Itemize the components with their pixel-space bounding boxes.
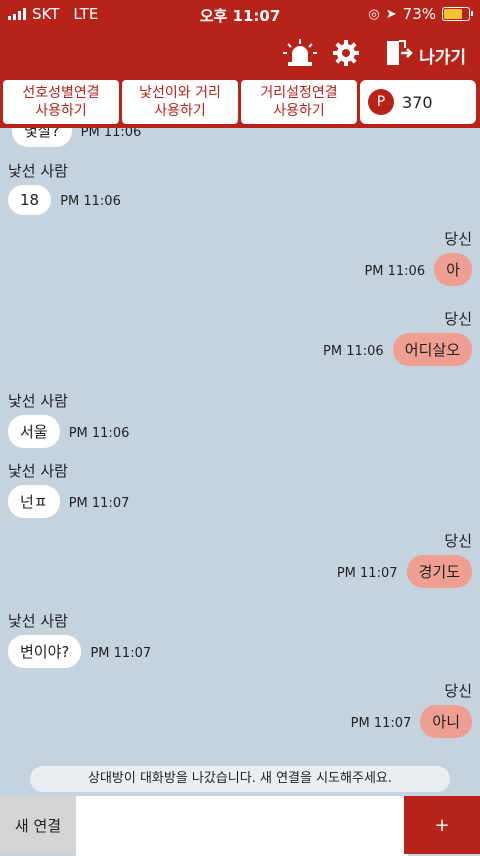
sender-name: 당신 bbox=[444, 230, 472, 248]
message-time: PM 11:06 bbox=[364, 264, 426, 279]
message-bubble: 경기도 bbox=[406, 555, 472, 588]
message-time: PM 11:06 bbox=[60, 194, 121, 209]
tab-label: 선호성별연결 bbox=[22, 85, 100, 101]
exit-door-icon bbox=[385, 40, 413, 71]
message-input[interactable] bbox=[76, 796, 408, 856]
message-time: PM 11:06 bbox=[323, 344, 384, 359]
message-time: PM 11:07 bbox=[68, 496, 130, 511]
message-bubble: 서울 bbox=[8, 415, 60, 448]
tab-sublabel: 사용하기 bbox=[154, 103, 206, 119]
message-sent: 당신 PM 11:07 아니 bbox=[351, 680, 472, 738]
sender-name: 낯선 사람 bbox=[8, 392, 68, 410]
message-time: PM 11:06 bbox=[80, 128, 142, 140]
message-received: 낯선 사람 넌ㅍ PM 11:07 bbox=[8, 460, 129, 518]
battery-percent: 73% bbox=[402, 5, 436, 23]
message-received: 낯선 사람 서울 PM 11:06 bbox=[8, 390, 129, 448]
battery-icon bbox=[442, 7, 473, 21]
message-time: PM 11:06 bbox=[68, 426, 130, 441]
message-bubble: 아 bbox=[434, 253, 472, 286]
new-connection-button[interactable]: 새 연결 bbox=[0, 796, 76, 854]
message-time: PM 11:07 bbox=[336, 566, 398, 581]
lock-rotation-icon: ◎ bbox=[368, 6, 380, 22]
message-received: 낯선 사람 변이야? PM 11:07 bbox=[8, 610, 151, 668]
message-time: PM 11:07 bbox=[350, 716, 412, 731]
message-bubble: 어디살오 bbox=[392, 333, 472, 366]
points-display[interactable]: P 370 bbox=[360, 80, 476, 124]
sender-name: 당신 bbox=[444, 310, 472, 328]
tab-preferred-gender[interactable]: 선호성별연결 사용하기 bbox=[3, 80, 119, 124]
message-time: PM 11:07 bbox=[90, 646, 152, 661]
exit-button[interactable]: 나가기 bbox=[385, 40, 466, 71]
points-value: 370 bbox=[402, 92, 433, 112]
top-bar: 나가기 bbox=[0, 28, 480, 76]
tab-stranger-distance[interactable]: 낯선이와 거리 사용하기 bbox=[122, 80, 238, 124]
tab-distance-setting[interactable]: 거리설정연결 사용하기 bbox=[241, 80, 357, 124]
tab-label: 거리설정연결 bbox=[260, 85, 338, 101]
message-sent: 당신 PM 11:06 아 bbox=[364, 228, 472, 286]
message-bubble: 넌ㅍ bbox=[8, 485, 60, 518]
sender-name: 낯선 사람 bbox=[8, 612, 68, 630]
tab-sublabel: 사용하기 bbox=[35, 103, 87, 119]
system-notice: 상대방이 대화방을 나갔습니다. 새 연결을 시도해주세요. bbox=[30, 766, 450, 792]
message-bubble: 몇살? bbox=[12, 128, 72, 147]
sender-name: 당신 bbox=[444, 682, 472, 700]
points-badge: P bbox=[368, 89, 394, 115]
gear-icon[interactable] bbox=[332, 39, 360, 71]
message-received: 낯선 사람 18 PM 11:06 bbox=[8, 160, 121, 215]
tab-sublabel: 사용하기 bbox=[273, 103, 325, 119]
sender-name: 당신 bbox=[444, 532, 472, 550]
location-icon: ➤ bbox=[385, 6, 397, 22]
message-bubble: 아니 bbox=[420, 705, 472, 738]
option-tabs: 선호성별연결 사용하기 낯선이와 거리 사용하기 거리설정연결 사용하기 P 3… bbox=[0, 76, 480, 128]
sender-name: 낯선 사람 bbox=[8, 462, 68, 480]
send-button[interactable]: + bbox=[404, 796, 480, 854]
chat-area[interactable]: 몇살? PM 11:06 낯선 사람 18 PM 11:06 당신 PM 11:… bbox=[0, 128, 480, 794]
message-bubble: 18 bbox=[8, 185, 52, 215]
siren-icon[interactable] bbox=[282, 38, 318, 72]
status-bar: SKT LTE 오후 11:07 ◎ ➤ 73% bbox=[0, 0, 480, 28]
message-sent: 당신 PM 11:07 경기도 bbox=[337, 530, 472, 588]
message-sent: 당신 PM 11:06 어디살오 bbox=[323, 308, 472, 366]
message-received: 몇살? PM 11:06 bbox=[12, 128, 141, 147]
tab-label: 낯선이와 거리 bbox=[139, 85, 221, 101]
sender-name: 낯선 사람 bbox=[8, 162, 68, 180]
message-bubble: 변이야? bbox=[8, 635, 82, 668]
exit-label: 나가기 bbox=[419, 48, 466, 68]
input-bar: 새 연결 + bbox=[0, 796, 480, 856]
